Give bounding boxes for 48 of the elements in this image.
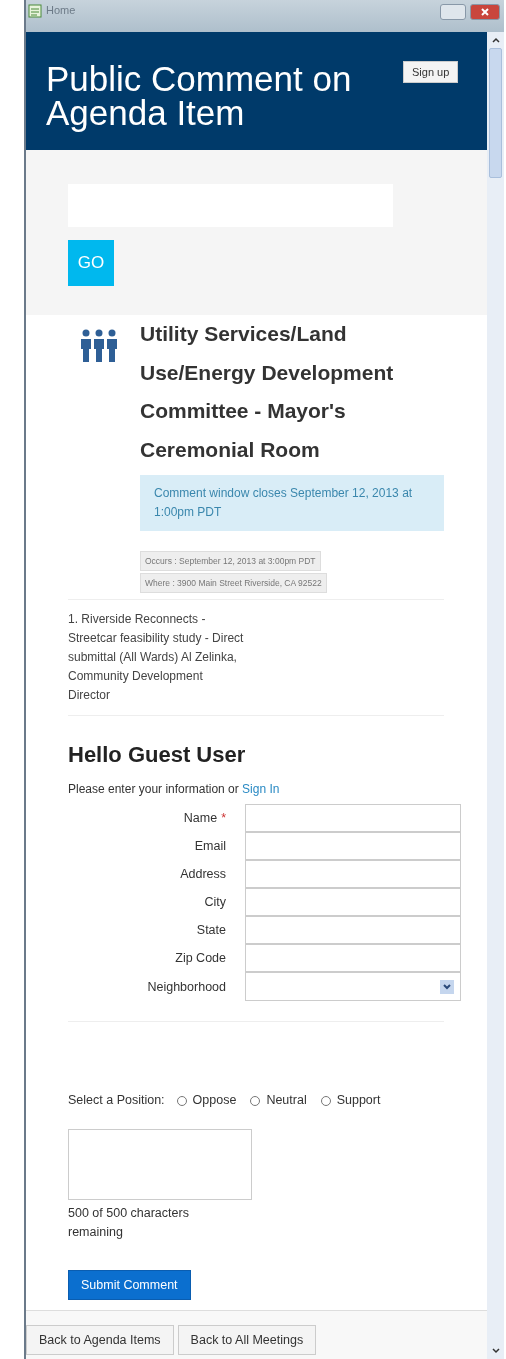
field-label: Address (180, 867, 226, 881)
radio-label: Neutral (266, 1093, 307, 1107)
field-label: State (196, 923, 226, 937)
input-field[interactable] (245, 888, 461, 916)
radio-button[interactable] (176, 1095, 187, 1106)
position-label: Select a Position: (68, 1093, 165, 1107)
meeting-detail: Where : 3900 Main Street Riverside, CA 92522 (140, 573, 327, 593)
intro-text: Please enter your information or Sign In (68, 782, 281, 796)
close-icon (481, 8, 489, 16)
submit-button[interactable]: Submit Comment (68, 1270, 191, 1300)
radio-button[interactable] (250, 1095, 261, 1106)
radio-button[interactable] (320, 1095, 331, 1106)
field-label: Zip Code (175, 951, 226, 965)
scroll-down-icon (490, 1347, 501, 1355)
people-icon (80, 329, 118, 363)
meeting-detail: Occurs : September 12, 2013 at 3:00pm PDT (140, 551, 321, 571)
dropdown-field[interactable] (245, 972, 461, 1001)
back-button[interactable]: Back to All Meetings (177, 1325, 317, 1355)
close-button[interactable] (470, 4, 500, 20)
input-field[interactable] (245, 832, 461, 860)
back-button[interactable]: Back to Agenda Items (26, 1325, 174, 1355)
comment-field[interactable] (68, 1129, 252, 1200)
sign-in-link[interactable]: Sign In (242, 782, 280, 796)
character-counter: 500 of 500 characters remaining (68, 1205, 190, 1241)
input-field[interactable] (245, 916, 461, 944)
field-label: Neighborhood (147, 979, 226, 994)
radio-label: Support (336, 1093, 381, 1107)
input-field[interactable] (245, 860, 461, 888)
input-field[interactable] (245, 804, 461, 832)
radio-label: Oppose (192, 1093, 237, 1107)
page-title: Public Comment on Agenda Item (46, 62, 353, 130)
caret-icon (440, 979, 454, 994)
document-icon (28, 4, 42, 18)
field-label: Name (183, 811, 218, 825)
scrollbar[interactable] (487, 32, 504, 1359)
greeting-heading: Hello Guest User (68, 742, 247, 768)
sign-up-button[interactable]: Sign up (403, 61, 459, 83)
scroll-thumb[interactable] (489, 48, 502, 178)
window-title: Home (46, 4, 76, 16)
notice-box: Comment window closes September 12, 2013 at 1:00pm PDT (140, 475, 444, 531)
meeting-title: Utility Services/Land Use/Energy Development Committee - Mayor's Ceremonial Room (140, 321, 395, 463)
scroll-up-icon (490, 36, 501, 44)
field-label: City (204, 895, 226, 909)
minimize-button[interactable] (440, 4, 466, 20)
field-label: Email (194, 839, 226, 853)
required-mark: * (221, 811, 226, 825)
input-field[interactable] (245, 944, 461, 972)
agenda-item-text: 1. Riverside Reconnects - Streetcar feasibility study - Direct submittal (All Wards) Al Zelinka, Community Development Director (68, 611, 245, 704)
